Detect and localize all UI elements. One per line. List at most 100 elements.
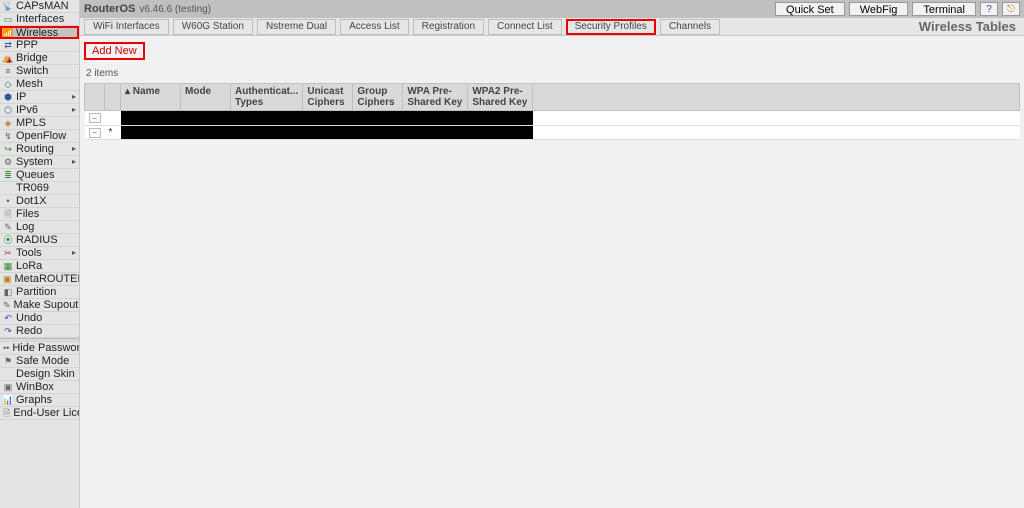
chevron-right-icon: ▸ (72, 156, 76, 168)
graphs-icon: 📊 (3, 395, 13, 405)
sidebar-item-interfaces[interactable]: ▭Interfaces (0, 13, 79, 26)
sidebar-item-hide-passwords[interactable]: ••Hide Passwords (0, 342, 79, 355)
sidebar-item-capsman[interactable]: 📡CAPsMAN (0, 0, 79, 13)
col-mode[interactable]: Mode (181, 84, 231, 111)
sidebar-item-mpls[interactable]: ◈MPLS (0, 117, 79, 130)
sidebar-item-routing[interactable]: ↪Routing▸ (0, 143, 79, 156)
sidebar-item-design-skin[interactable]: Design Skin (0, 368, 79, 381)
sidebar-item-redo[interactable]: ↷Redo (0, 325, 79, 338)
sidebar-item-ipv6[interactable]: ⬡IPv6▸ (0, 104, 79, 117)
undo-icon: ↶ (3, 313, 13, 323)
cell-masked (353, 125, 403, 140)
table-row[interactable]: − (85, 111, 1020, 126)
minus-icon[interactable]: − (89, 128, 101, 138)
bridge-icon: ⛺ (3, 53, 13, 63)
dot1x-icon: • (3, 196, 13, 206)
cell-masked (181, 125, 231, 140)
ppp-icon: ⇄ (3, 40, 13, 50)
tab-w60g-station[interactable]: W60G Station (173, 19, 253, 35)
sidebar-item-label: OpenFlow (16, 130, 66, 142)
sidebar-item-label: Files (16, 208, 39, 220)
sidebar-item-label: PPP (16, 39, 38, 51)
sidebar-item-tr069[interactable]: TR069 (0, 182, 79, 195)
metarouter-icon: ▣ (3, 274, 12, 284)
help-icon[interactable]: ? (980, 2, 998, 16)
sidebar-item-lora[interactable]: ▦LoRa (0, 260, 79, 273)
sidebar-item-mesh[interactable]: ◇Mesh (0, 78, 79, 91)
sidebar-item-ip[interactable]: ⬢IP ▸ (0, 91, 79, 104)
chevron-right-icon: ▸ (72, 104, 76, 116)
sidebar-item-label: Undo (16, 312, 42, 324)
sidebar-item-openflow[interactable]: ↯OpenFlow (0, 130, 79, 143)
interfaces-icon: ▭ (3, 14, 13, 24)
sidebar-item-metarouter[interactable]: ▣MetaROUTER (0, 273, 79, 286)
switch-icon: ≡ (3, 66, 13, 76)
tab-connect-list[interactable]: Connect List (488, 19, 562, 35)
sidebar-item-label: IP (16, 91, 26, 103)
col-wpa[interactable]: WPA Pre-Shared Key (403, 84, 468, 111)
sidebar-item-make-supout-rif[interactable]: ✎Make Supout.rif (0, 299, 79, 312)
openflow-icon: ↯ (3, 131, 13, 141)
add-new-button[interactable]: Add New (84, 42, 145, 60)
terminal-button[interactable]: Terminal (912, 2, 976, 16)
tab-access-list[interactable]: Access List (340, 19, 409, 35)
sidebar-item-dot1x[interactable]: •Dot1X (0, 195, 79, 208)
col-auth[interactable]: Authenticat... Types (231, 84, 303, 111)
ipv6-icon: ⬡ (3, 105, 13, 115)
table-row[interactable]: −* (85, 125, 1020, 140)
sidebar-item-partition[interactable]: ◧Partition (0, 286, 79, 299)
quick-set-button[interactable]: Quick Set (775, 2, 845, 16)
sidebar-item-wireless[interactable]: 📶Wireless (0, 26, 79, 39)
main-area: RouterOS v6.46.6 (testing) Quick Set Web… (80, 0, 1024, 508)
sidebar-item-label: Graphs (16, 394, 52, 406)
tab-wifi-interfaces[interactable]: WiFi Interfaces (84, 19, 169, 35)
sidebar-item-end-user-license[interactable]: 🗎End-User License (0, 407, 79, 420)
log-icon: ✎ (3, 222, 13, 232)
sidebar-item-label: LoRa (16, 260, 42, 272)
tab-security-profiles[interactable]: Security Profiles (566, 19, 656, 35)
ip-icon: ⬢ (3, 92, 13, 102)
lora-icon: ▦ (3, 261, 13, 271)
sidebar-item-label: Partition (16, 286, 56, 298)
sidebar-item-log[interactable]: ✎Log (0, 221, 79, 234)
tab-nstreme-dual[interactable]: Nstreme Dual (257, 19, 336, 35)
col-spacer (533, 84, 1020, 111)
chevron-right-icon: ▸ (72, 91, 76, 103)
sidebar-item-files[interactable]: 🗎Files (0, 208, 79, 221)
col-name[interactable]: ▴ Name (121, 84, 181, 111)
sidebar-item-radius[interactable]: ⦿RADIUS (0, 234, 79, 247)
sidebar-item-system[interactable]: ⚙System▸ (0, 156, 79, 169)
row-toggle-cell[interactable]: − (85, 125, 105, 140)
sidebar-item-safe-mode[interactable]: ⚑Safe Mode (0, 355, 79, 368)
minus-icon[interactable]: − (89, 113, 101, 123)
sidebar-item-switch[interactable]: ≡Switch (0, 65, 79, 78)
files-icon: 🗎 (3, 209, 13, 219)
sidebar-item-winbox[interactable]: ▣WinBox (0, 381, 79, 394)
sidebar-item-label: Make Supout.rif (14, 299, 79, 311)
chevron-right-icon: ▸ (72, 247, 76, 259)
logout-icon[interactable]: ⎋ (1002, 2, 1020, 16)
sidebar-item-graphs[interactable]: 📊Graphs (0, 394, 79, 407)
tab-channels[interactable]: Channels (660, 19, 720, 35)
cell-masked (231, 111, 303, 126)
row-toggle-cell[interactable]: − (85, 111, 105, 126)
sidebar-item-queues[interactable]: ≣Queues (0, 169, 79, 182)
col-group[interactable]: Group Ciphers (353, 84, 403, 111)
col-unicast[interactable]: Unicast Ciphers (303, 84, 353, 111)
cell-masked (181, 111, 231, 126)
col-wpa2[interactable]: WPA2 Pre-Shared Key (468, 84, 533, 111)
sidebar-item-tools[interactable]: ✂Tools▸ (0, 247, 79, 260)
webfig-button[interactable]: WebFig (849, 2, 909, 16)
partition-icon: ◧ (3, 287, 13, 297)
data-table: ▴ Name Mode Authenticat... Types Unicast… (84, 83, 1020, 140)
capsman-icon: 📡 (3, 1, 13, 11)
row-flag-cell: * (105, 125, 121, 140)
sidebar-item-undo[interactable]: ↶Undo (0, 312, 79, 325)
cell-masked (403, 125, 468, 140)
mesh-icon: ◇ (3, 79, 13, 89)
sidebar-item-label: Design Skin (16, 368, 75, 380)
tab-registration[interactable]: Registration (413, 19, 484, 35)
sidebar-item-ppp[interactable]: ⇄PPP (0, 39, 79, 52)
sidebar-item-bridge[interactable]: ⛺Bridge (0, 52, 79, 65)
top-buttons: Quick Set WebFig Terminal ? ⎋ (775, 2, 1020, 16)
